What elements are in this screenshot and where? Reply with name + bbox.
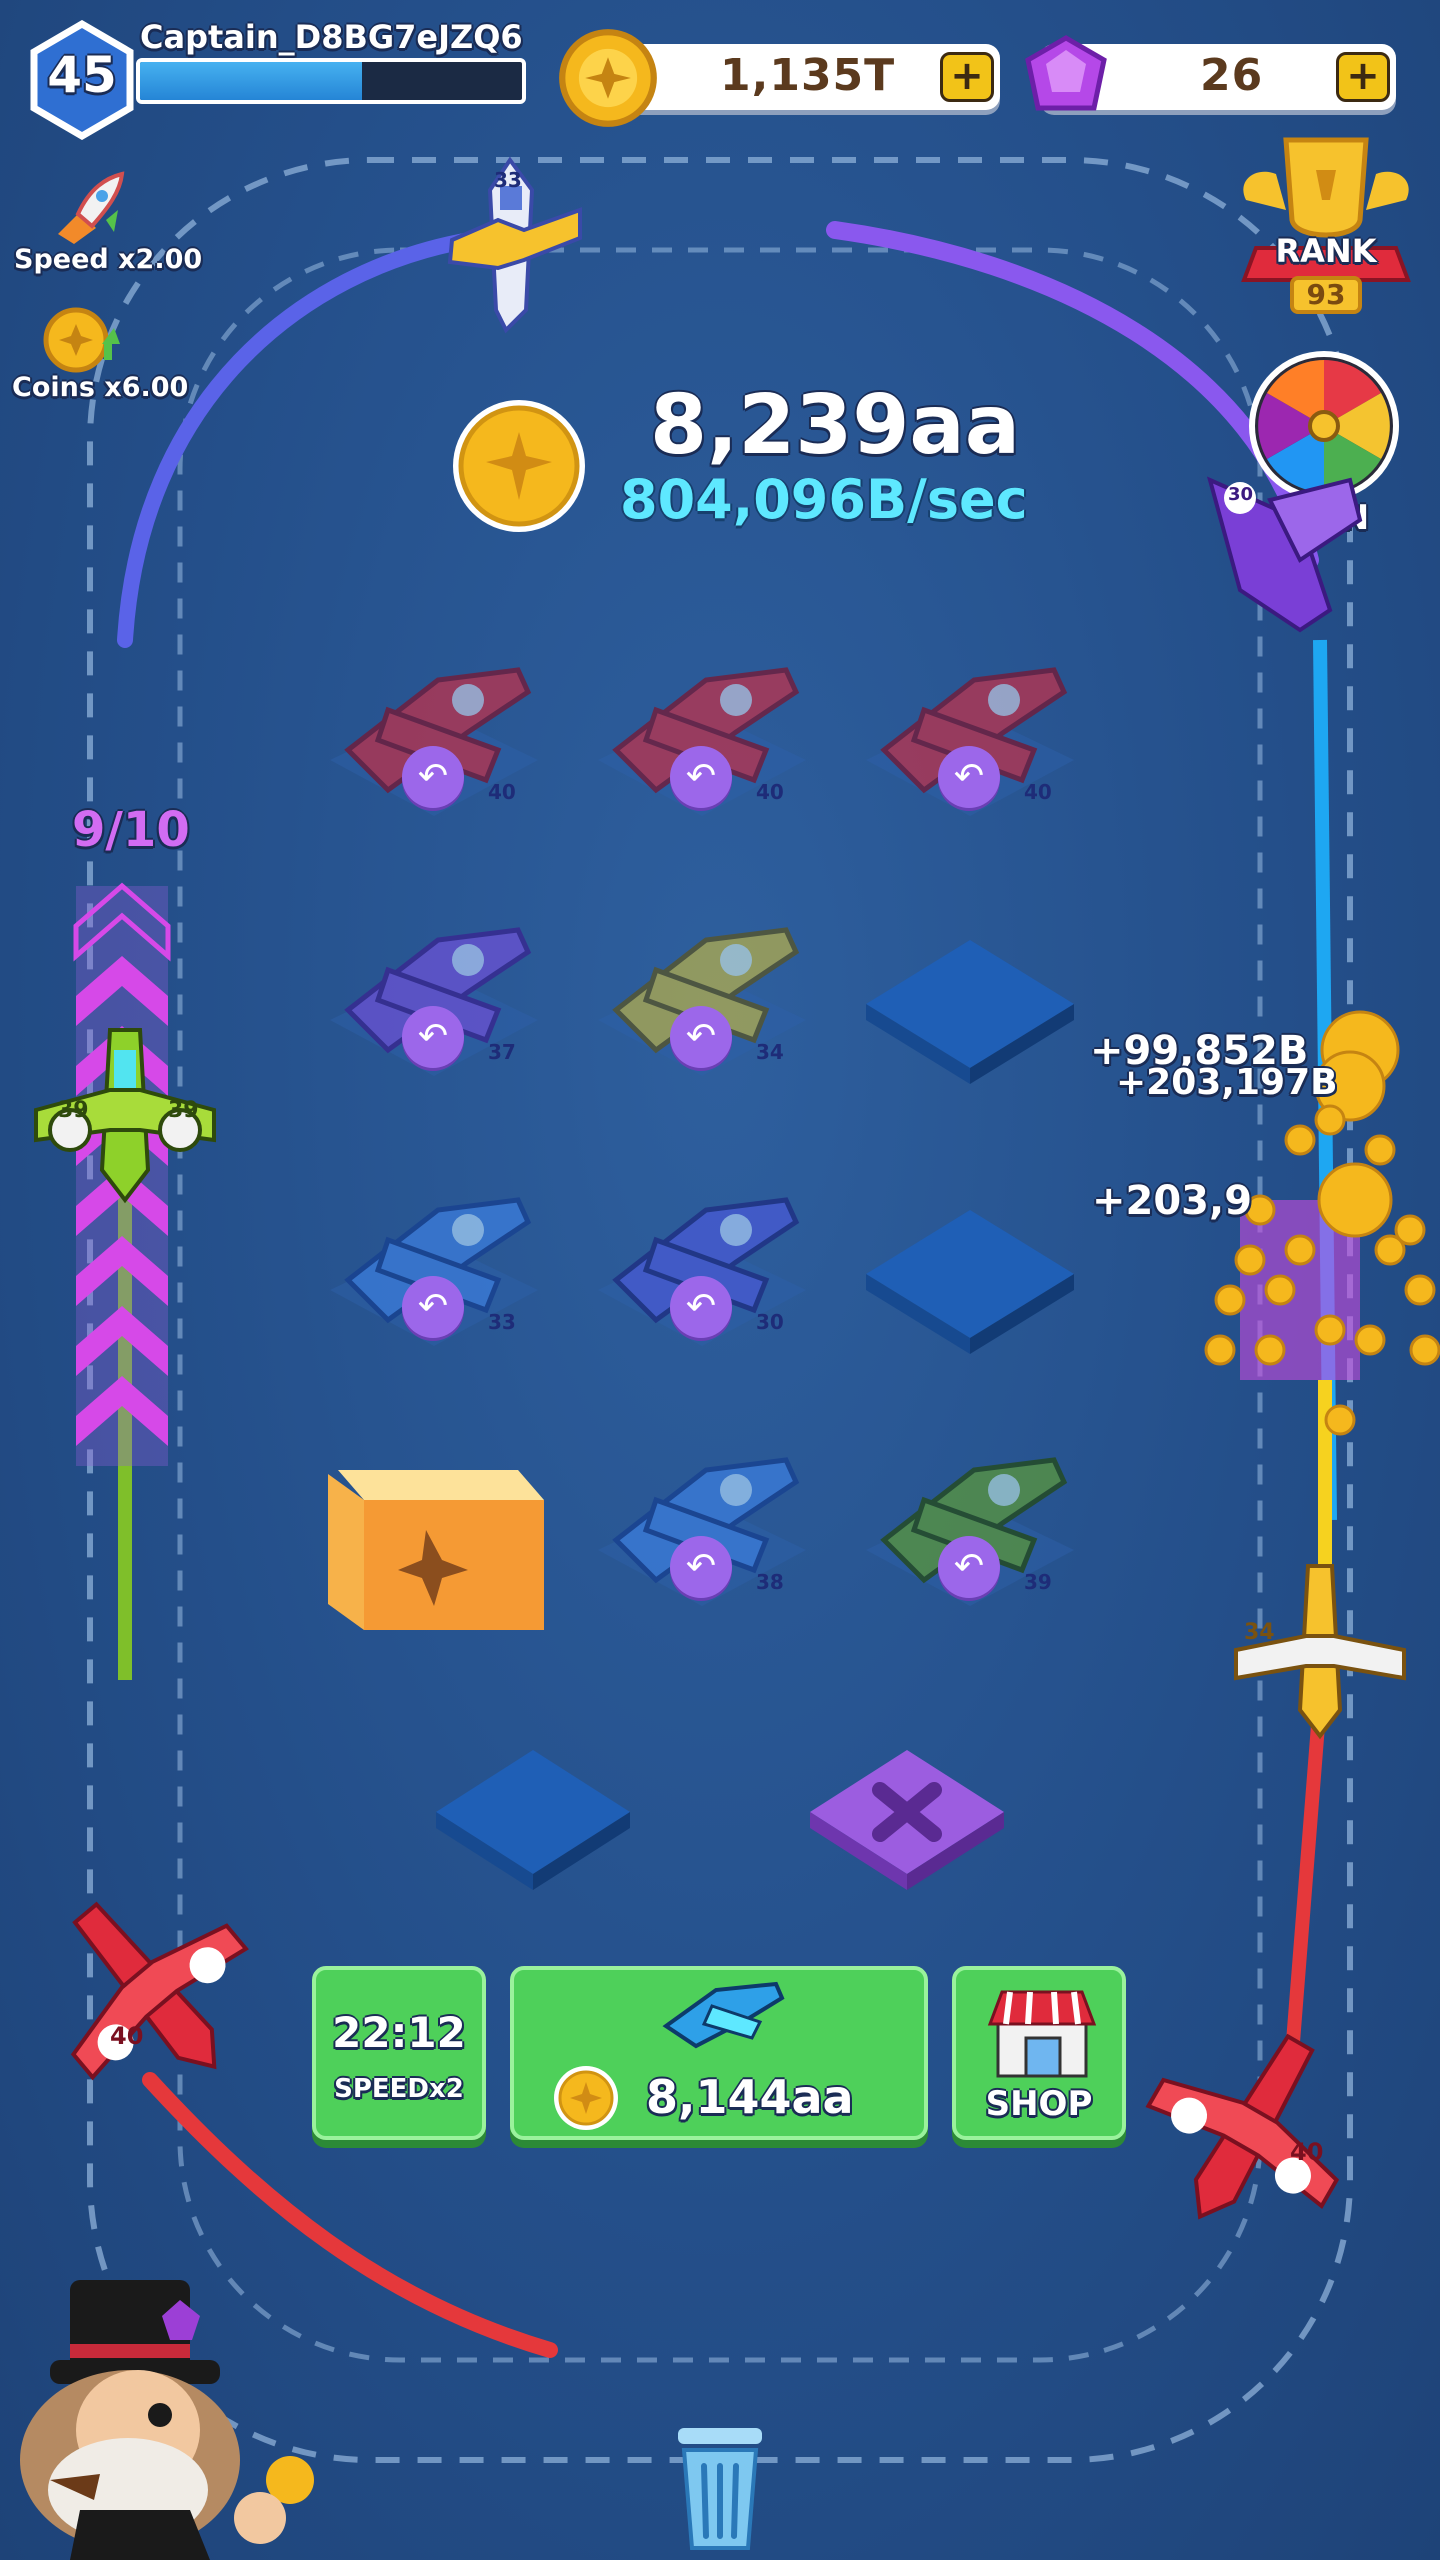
gem-icon bbox=[1025, 35, 1107, 111]
plane-30-level: 30 bbox=[1228, 484, 1254, 505]
plane-40-left bbox=[70, 1901, 249, 2081]
undo-arrow-icon[interactable]: ↶ bbox=[402, 1276, 464, 1338]
plane-30 bbox=[1206, 476, 1363, 633]
grid-slot-10[interactable] bbox=[318, 1430, 550, 1630]
grid-slot-1[interactable]: 40 ↶ bbox=[318, 640, 550, 840]
undo-arrow-icon[interactable]: ↶ bbox=[938, 746, 1000, 808]
buy-plane-button[interactable]: 8,144aa bbox=[510, 1966, 928, 2140]
plane-40-right bbox=[1145, 2033, 1340, 2220]
coin-balance: 1,135T bbox=[720, 50, 896, 101]
mystery-box-icon[interactable] bbox=[318, 1430, 550, 1630]
blue-plane-icon[interactable] bbox=[318, 1170, 550, 1370]
rocket-icon bbox=[58, 171, 125, 244]
grid-slot-6[interactable] bbox=[854, 900, 1086, 1100]
coin-boost-icon bbox=[43, 307, 120, 373]
navy-plane-icon[interactable] bbox=[586, 1170, 818, 1370]
rank-value: 93 bbox=[1306, 278, 1346, 311]
tycoon-character bbox=[20, 2280, 314, 2560]
coin-icon bbox=[559, 29, 657, 127]
undo-arrow-icon[interactable]: ↶ bbox=[670, 1536, 732, 1598]
grid-slot-7[interactable]: 33 ↶ bbox=[318, 1170, 550, 1370]
gem-balance: 26 bbox=[1200, 50, 1264, 101]
earnings-rate: 804,096B/sec bbox=[620, 468, 1028, 531]
add-gems-button[interactable]: + bbox=[1336, 52, 1390, 102]
runway-counter: 9/10 bbox=[72, 802, 190, 858]
shop-button[interactable]: SHOP bbox=[952, 1966, 1126, 2140]
grid-slot-8[interactable]: 30 ↶ bbox=[586, 1170, 818, 1370]
total-earnings: 8,239aa bbox=[650, 378, 1021, 473]
grid-plane-level: 33 bbox=[488, 1310, 516, 1334]
purple-plane-icon[interactable] bbox=[318, 900, 550, 1100]
coin-buff-label: Coins x6.00 bbox=[12, 372, 189, 403]
grid-slot-9[interactable] bbox=[854, 1170, 1086, 1370]
grid-plane-level: 37 bbox=[488, 1040, 516, 1064]
plane-33-level: 33 bbox=[494, 168, 522, 192]
plane-34-level: 34 bbox=[1244, 1620, 1275, 1645]
grid-slot-3[interactable]: 40 ↶ bbox=[854, 640, 1086, 840]
trash-icon[interactable] bbox=[660, 2420, 780, 2556]
empty-slot-bottom[interactable] bbox=[426, 1740, 640, 1900]
undo-arrow-icon[interactable]: ↶ bbox=[402, 1006, 464, 1068]
grid-plane-level: 39 bbox=[1024, 1570, 1052, 1594]
earnings-coin-icon bbox=[453, 400, 585, 532]
plane-39-level-a: 39 bbox=[58, 1098, 89, 1123]
speed-boost-button[interactable]: 22:12 SPEEDx2 bbox=[312, 1966, 486, 2140]
grid-plane-level: 40 bbox=[1024, 780, 1052, 804]
grid-slot-2[interactable]: 40 ↶ bbox=[586, 640, 818, 840]
plane-34 bbox=[1234, 1564, 1406, 1740]
buy-plane-price: 8,144aa bbox=[646, 2070, 854, 2124]
grid-plane-level: 30 bbox=[756, 1310, 784, 1334]
red-plane-icon[interactable] bbox=[586, 640, 818, 840]
grid-slot-11[interactable]: 38 ↶ bbox=[586, 1430, 818, 1630]
player-name: Captain_D8BG7eJZQ6 bbox=[140, 18, 523, 56]
undo-arrow-icon[interactable]: ↶ bbox=[670, 746, 732, 808]
xp-fill bbox=[140, 62, 362, 100]
grid-slot-4[interactable]: 37 ↶ bbox=[318, 900, 550, 1100]
plane-40-right-level: 40 bbox=[1290, 2138, 1324, 2166]
grid-plane-level: 40 bbox=[756, 780, 784, 804]
undo-arrow-icon[interactable]: ↶ bbox=[670, 1276, 732, 1338]
undo-arrow-icon[interactable]: ↶ bbox=[670, 1006, 732, 1068]
red-plane-icon[interactable] bbox=[318, 640, 550, 840]
red-plane-icon[interactable] bbox=[854, 640, 1086, 840]
blue-plane-icon[interactable] bbox=[586, 1430, 818, 1630]
speed-timer: 22:12 bbox=[332, 2008, 466, 2057]
plane-40-left-level: 40 bbox=[110, 2022, 144, 2050]
grid-plane-level: 34 bbox=[756, 1040, 784, 1064]
shop-label: SHOP bbox=[985, 2084, 1093, 2124]
undo-arrow-icon[interactable]: ↶ bbox=[938, 1536, 1000, 1598]
olive-plane-icon[interactable] bbox=[586, 900, 818, 1100]
speed-buff-label: Speed x2.00 bbox=[14, 244, 203, 275]
undo-arrow-icon[interactable]: ↶ bbox=[402, 746, 464, 808]
delete-slot-x-icon[interactable] bbox=[800, 1740, 1014, 1900]
price-coin-icon bbox=[554, 2066, 618, 2130]
player-level: 45 bbox=[47, 46, 117, 104]
speed-boost-label: SPEEDx2 bbox=[334, 2074, 464, 2104]
add-coins-button[interactable]: + bbox=[940, 52, 994, 102]
rank-label: RANK bbox=[1275, 232, 1377, 270]
xp-bar bbox=[136, 58, 526, 104]
shop-icon bbox=[987, 1990, 1097, 2078]
grid-plane-level: 38 bbox=[756, 1570, 784, 1594]
empty-slot-tile[interactable] bbox=[854, 1170, 1086, 1370]
income-popup-3: +203,9 bbox=[1092, 1178, 1253, 1224]
plane-preview-icon bbox=[662, 1981, 785, 2049]
grid-plane-level: 40 bbox=[488, 780, 516, 804]
income-popup-2: +203,197B bbox=[1116, 1062, 1338, 1103]
plane-39-level-b: 39 bbox=[168, 1098, 199, 1123]
grid-slot-5[interactable]: 34 ↶ bbox=[586, 900, 818, 1100]
green-plane-icon[interactable] bbox=[854, 1430, 1086, 1630]
grid-slot-12[interactable]: 39 ↶ bbox=[854, 1430, 1086, 1630]
empty-slot-tile[interactable] bbox=[854, 900, 1086, 1100]
